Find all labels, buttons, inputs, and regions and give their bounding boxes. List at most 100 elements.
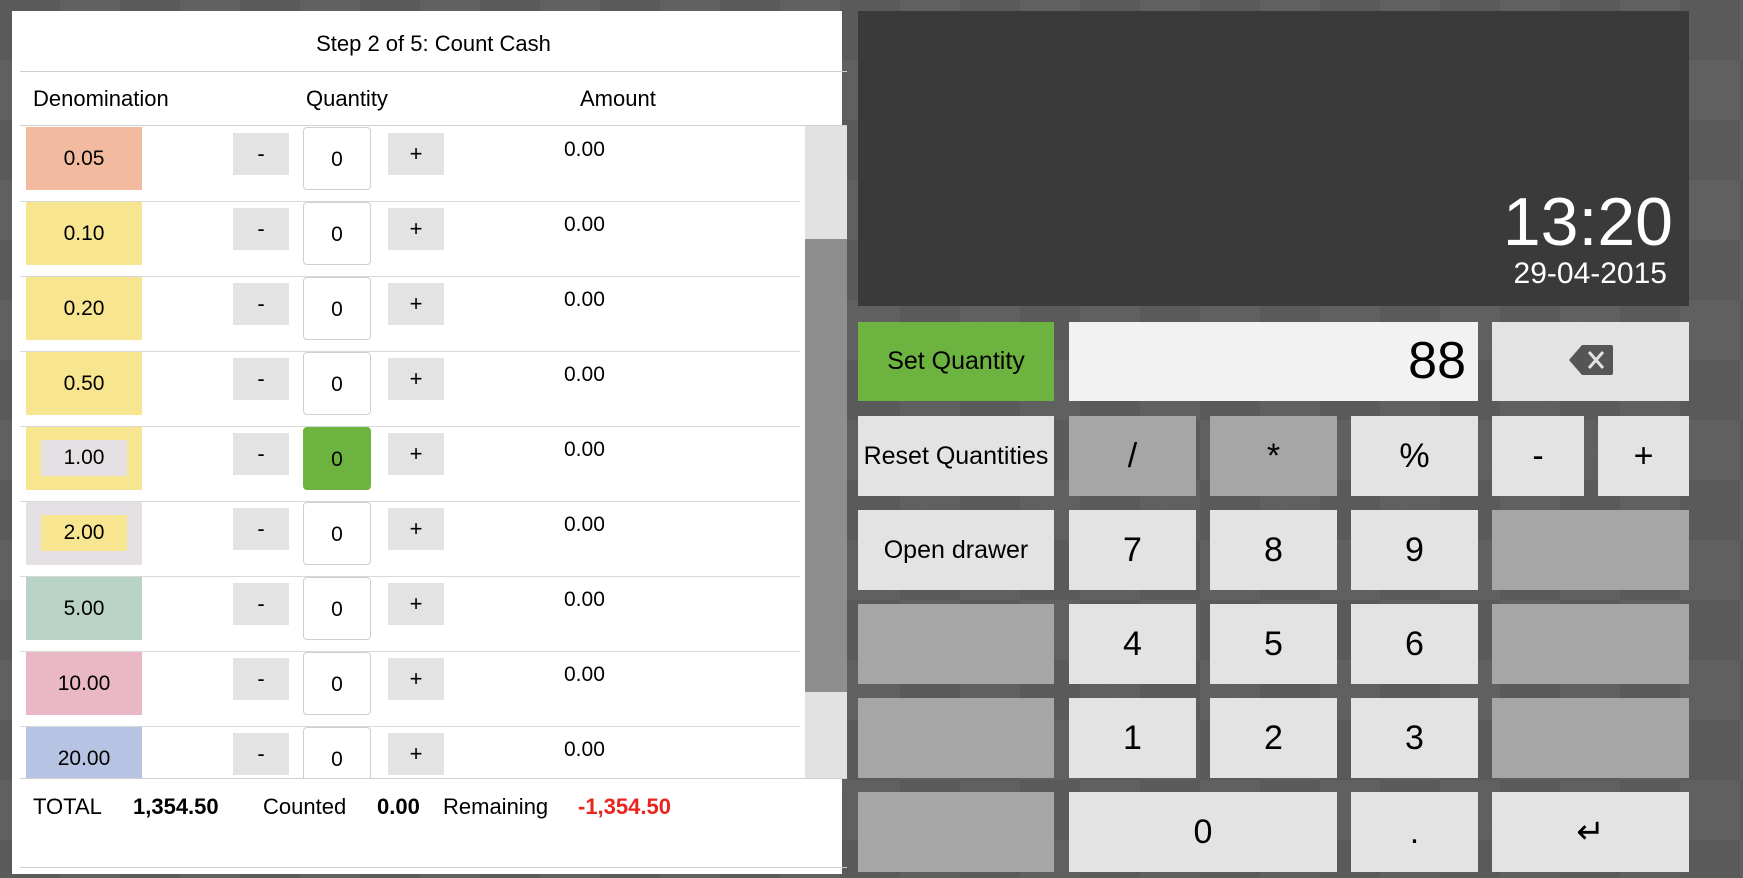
step-title: Step 2 of 5: Count Cash [20,11,847,72]
amount-value: 0.00 [564,363,605,386]
decrement-button[interactable]: - [233,358,289,400]
increment-button[interactable]: + [388,508,444,550]
count-cash-panel: Step 2 of 5: Count Cash Denomination Qua… [12,11,847,874]
decrement-button[interactable]: - [233,208,289,250]
denomination-value: 1.00 [41,440,127,476]
backspace-icon [1568,345,1614,380]
key-8[interactable]: 8 [1210,510,1337,590]
key-4[interactable]: 4 [1069,604,1196,684]
denomination-label: 0.05 [26,127,142,190]
enter-button[interactable]: ↵ [1492,792,1689,872]
amount-value: 0.00 [564,513,605,536]
denomination-row: 10.00 -0 +0.00 [20,651,800,727]
denomination-label: 0.10 [26,202,142,265]
multiply-button[interactable]: * [1210,416,1337,496]
increment-button[interactable]: + [388,583,444,625]
remaining-label: Remaining [443,794,549,819]
increment-button[interactable]: + [388,658,444,700]
key-3[interactable]: 3 [1351,698,1478,778]
decrement-button[interactable]: - [233,283,289,325]
column-header-denomination: Denomination [33,86,169,111]
denomination-row: 1.00 -0 +0.00 [20,426,800,502]
denomination-row: 0.10 -0 +0.00 [20,201,800,277]
blank-key-right-3[interactable] [1492,698,1689,778]
denomination-row: 5.00 -0 +0.00 [20,576,800,652]
key-1[interactable]: 1 [1069,698,1196,778]
quantity-field[interactable]: 0 [303,652,371,715]
minus-key-button[interactable]: - [1492,416,1584,496]
enter-icon: ↵ [1576,813,1605,851]
quantity-field[interactable]: 0 [303,577,371,640]
quantity-field[interactable]: 0 [303,427,371,490]
denomination-row: 2.00 -0 +0.00 [20,501,800,577]
denomination-row: 0.05 -0 +0.00 [20,126,800,202]
percent-button[interactable]: % [1351,416,1478,496]
blank-key-right-2[interactable] [1492,604,1689,684]
quantity-field[interactable]: 0 [303,127,371,190]
clock-date: 29-04-2015 [1513,257,1667,290]
quantity-field[interactable]: 0 [303,202,371,265]
amount-value: 0.00 [564,663,605,686]
scrollbar-thumb[interactable] [805,239,847,692]
denomination-label: 20.00 [26,727,142,778]
column-header-quantity: Quantity [306,86,388,111]
backspace-button[interactable] [1492,322,1689,401]
decrement-button[interactable]: - [233,733,289,775]
increment-button[interactable]: + [388,133,444,175]
clock-panel: 13:20 29-04-2015 [858,11,1689,306]
reset-quantities-button[interactable]: Reset Quantities [858,416,1054,496]
denomination-label: 1.00 [26,427,142,490]
quantity-field[interactable]: 0 [303,277,371,340]
denomination-label: 10.00 [26,652,142,715]
remaining-value: -1,354.50 [578,794,671,819]
key-7[interactable]: 7 [1069,510,1196,590]
decrement-button[interactable]: - [233,433,289,475]
keypad-display: 88 [1069,322,1478,401]
amount-value: 0.00 [564,588,605,611]
key-decimal[interactable]: . [1351,792,1478,872]
quantity-field[interactable]: 0 [303,727,371,778]
denomination-value: 2.00 [41,515,127,551]
blank-key-left-2[interactable] [858,698,1054,778]
counted-value: 0.00 [377,794,420,819]
totals-divider [20,778,847,779]
denomination-label: 0.50 [26,352,142,415]
quantity-field[interactable]: 0 [303,352,371,415]
denomination-label: 0.20 [26,277,142,340]
column-header-amount: Amount [580,86,656,111]
decrement-button[interactable]: - [233,658,289,700]
set-quantity-button[interactable]: Set Quantity [858,322,1054,401]
key-6[interactable]: 6 [1351,604,1478,684]
denomination-label: 5.00 [26,577,142,640]
denomination-row: 20.00 -0 +0.00 [20,726,800,778]
decrement-button[interactable]: - [233,583,289,625]
key-0[interactable]: 0 [1069,792,1337,872]
increment-button[interactable]: + [388,208,444,250]
open-drawer-button[interactable]: Open drawer [858,510,1054,590]
key-9[interactable]: 9 [1351,510,1478,590]
divide-button[interactable]: / [1069,416,1196,496]
denomination-row: 0.20 -0 +0.00 [20,276,800,352]
amount-value: 0.00 [564,213,605,236]
blank-key-left-1[interactable] [858,604,1054,684]
total-label: TOTAL [33,794,102,819]
denomination-label: 2.00 [26,502,142,565]
increment-button[interactable]: + [388,733,444,775]
key-5[interactable]: 5 [1210,604,1337,684]
decrement-button[interactable]: - [233,508,289,550]
key-2[interactable]: 2 [1210,698,1337,778]
counted-label: Counted [263,794,347,819]
plus-key-button[interactable]: + [1598,416,1689,496]
amount-value: 0.00 [564,138,605,161]
decrement-button[interactable]: - [233,133,289,175]
amount-value: 0.00 [564,288,605,311]
increment-button[interactable]: + [388,433,444,475]
denomination-list[interactable]: 20.00-0 +0.00 10.00-0 +0.00 5.00-0 +0.00 2.00-… [20,126,847,778]
blank-key-left-3[interactable] [858,792,1054,872]
amount-value: 0.00 [564,438,605,461]
increment-button[interactable]: + [388,283,444,325]
increment-button[interactable]: + [388,358,444,400]
blank-key-right-1[interactable] [1492,510,1689,590]
quantity-field[interactable]: 0 [303,502,371,565]
clock-time: 13:20 [1502,184,1673,260]
